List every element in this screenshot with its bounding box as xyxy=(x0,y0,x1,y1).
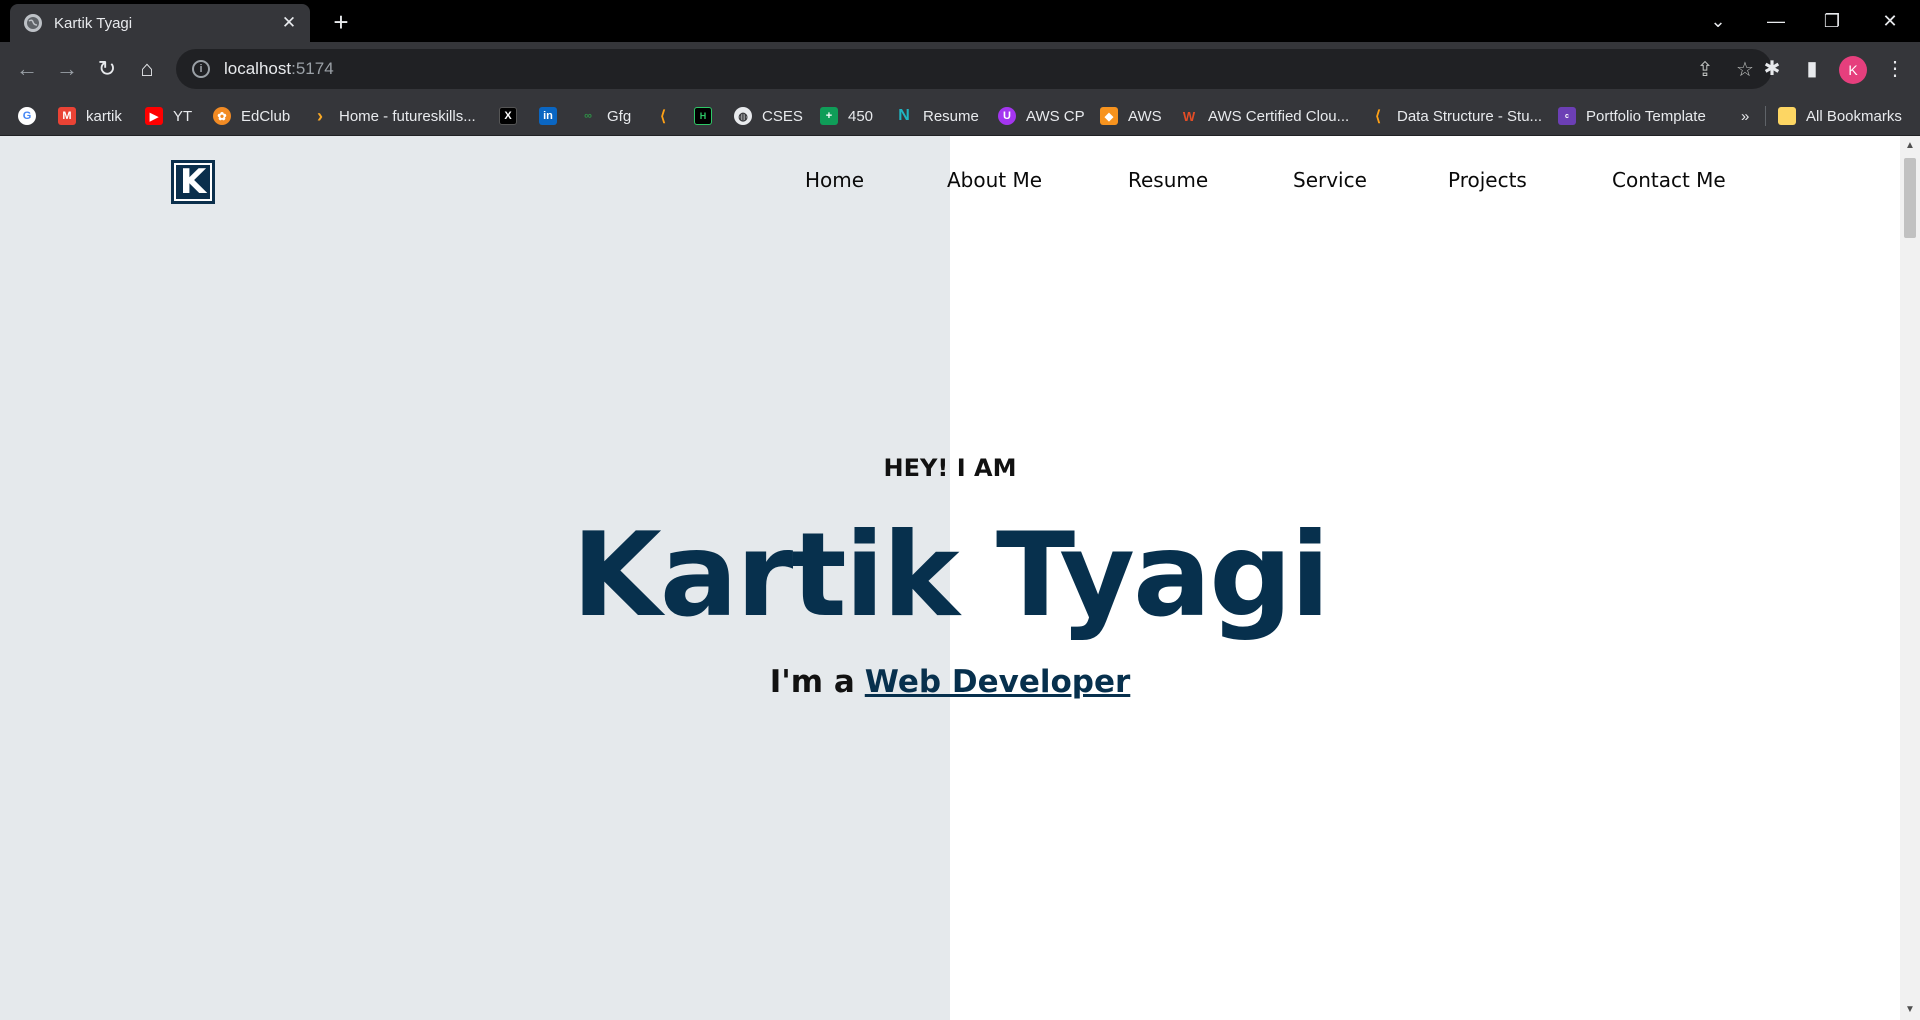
bookmark-resume[interactable]: N Resume xyxy=(895,106,979,126)
bookmarks-divider xyxy=(1765,106,1766,126)
close-window-button[interactable]: ✕ xyxy=(1870,6,1910,36)
bookmark-gfg[interactable]: ∞ Gfg xyxy=(579,106,631,126)
bookmark-edclub[interactable]: ✿ EdClub xyxy=(213,106,290,126)
bookmark-label: Gfg xyxy=(607,107,632,125)
restore-button[interactable]: ❐ xyxy=(1812,6,1852,36)
bookmarks-bar: G M kartik ▶ YT ✿ EdClub › Home - future… xyxy=(0,96,1920,136)
chevron-icon: › xyxy=(317,105,323,126)
colorlib-icon: c xyxy=(1558,107,1576,125)
bookmark-cses[interactable]: ◍ CSES xyxy=(734,106,803,126)
bookmark-portfolio-template[interactable]: c Portfolio Template xyxy=(1558,106,1706,126)
home-icon[interactable]: ⌂ xyxy=(132,54,162,84)
bookmark-label: Resume xyxy=(923,107,979,125)
globe-icon xyxy=(24,14,42,32)
folder-icon xyxy=(1778,107,1796,125)
bookmark-hackerrank[interactable]: H xyxy=(694,106,722,126)
page-viewport: K Home About Me Resume Service Projects … xyxy=(0,136,1900,1020)
leetcode-icon: ⟨ xyxy=(1375,108,1381,125)
bookmark-label: Portfolio Template xyxy=(1586,107,1706,125)
role-link[interactable]: Web Developer xyxy=(865,664,1131,700)
new-tab-button[interactable]: + xyxy=(326,8,356,38)
shield-icon: U xyxy=(998,107,1016,125)
nav-service[interactable]: Service xyxy=(1293,168,1367,192)
bookmark-label: AWS CP xyxy=(1026,107,1085,125)
bookmark-kartik[interactable]: M kartik xyxy=(58,106,122,126)
nav-about-me[interactable]: About Me xyxy=(947,168,1042,192)
bookmark-linkedin[interactable]: in xyxy=(539,106,567,126)
scrollbar-thumb[interactable] xyxy=(1904,158,1916,238)
globe-icon: ◍ xyxy=(734,107,752,125)
nav-resume[interactable]: Resume xyxy=(1128,168,1208,192)
scroll-down-arrow-icon[interactable]: ▼ xyxy=(1900,1002,1920,1018)
bookmark-label: AWS xyxy=(1128,107,1162,125)
bookmark-futureskills[interactable]: › Home - futureskills... xyxy=(311,106,476,126)
novoresume-icon: N xyxy=(898,107,910,124)
tab-search-icon[interactable]: ⌄ xyxy=(1698,6,1738,36)
google-icon: G xyxy=(18,107,36,125)
scroll-up-arrow-icon[interactable]: ▲ xyxy=(1900,138,1920,154)
more-bookmarks-button[interactable]: » xyxy=(1741,106,1749,126)
leetcode-icon: ⟨ xyxy=(660,108,666,125)
side-panel-icon[interactable]: ▮ xyxy=(1797,54,1827,84)
logo-letter: K xyxy=(174,163,212,201)
bookmark-label: kartik xyxy=(86,107,122,125)
sheets-icon: + xyxy=(820,107,838,125)
linkedin-icon: in xyxy=(539,107,557,125)
browser-toolbar: ← → ↻ ⌂ i localhost :5174 ⇪ ☆ ✱ ▮ K ⋮ xyxy=(0,42,1920,96)
edclub-icon: ✿ xyxy=(213,107,231,125)
bookmark-label: CSES xyxy=(762,107,803,125)
nav-projects[interactable]: Projects xyxy=(1448,168,1527,192)
hackerrank-icon: H xyxy=(694,107,712,125)
tab-title: Kartik Tyagi xyxy=(54,14,133,32)
forward-icon[interactable]: → xyxy=(52,54,82,84)
site-info-icon[interactable]: i xyxy=(192,60,210,78)
tagline-prefix: I'm a xyxy=(769,664,855,700)
all-bookmarks-button[interactable]: All Bookmarks xyxy=(1778,106,1902,126)
bookmark-google[interactable]: G xyxy=(18,106,46,126)
bookmark-aws-cp[interactable]: U AWS CP xyxy=(998,106,1085,126)
extensions-icon[interactable]: ✱ xyxy=(1757,54,1787,84)
nav-home[interactable]: Home xyxy=(805,168,864,192)
bookmark-label: YT xyxy=(173,107,193,125)
bookmark-450[interactable]: + 450 xyxy=(820,106,873,126)
bookmark-data-structure[interactable]: ⟨ Data Structure - Stu... xyxy=(1369,106,1542,126)
bookmark-label: AWS Certified Clou... xyxy=(1208,107,1350,125)
hero-greeting: HEY! I AM xyxy=(883,454,1017,482)
hero-name: Kartik Tyagi xyxy=(571,508,1330,643)
star-icon[interactable]: ☆ xyxy=(1732,57,1758,82)
url-port: :5174 xyxy=(291,59,334,78)
minimize-button[interactable]: — xyxy=(1756,6,1796,36)
address-bar[interactable]: i localhost :5174 ⇪ ☆ xyxy=(176,49,1772,89)
share-icon[interactable]: ⇪ xyxy=(1692,57,1718,82)
close-tab-icon[interactable]: ✕ xyxy=(278,13,300,33)
page-scrollbar[interactable]: ▲ ▼ xyxy=(1900,136,1920,1020)
bookmark-label: EdClub xyxy=(241,107,291,125)
youtube-icon: ▶ xyxy=(145,107,163,125)
bookmark-x[interactable]: X xyxy=(499,106,527,126)
aws-icon: ◆ xyxy=(1100,107,1118,125)
bookmark-aws-certified[interactable]: W AWS Certified Clou... xyxy=(1180,106,1349,126)
active-tab[interactable]: Kartik Tyagi ✕ xyxy=(10,4,310,42)
hero-tagline: I'm a Web Developer xyxy=(0,664,1900,700)
bookmark-leetcode[interactable]: ⟨ xyxy=(654,106,682,126)
all-bookmarks-label: All Bookmarks xyxy=(1806,107,1902,125)
gmail-icon: M xyxy=(58,107,76,125)
nav-contact-me[interactable]: Contact Me xyxy=(1612,168,1726,192)
gfg-icon: ∞ xyxy=(584,110,592,122)
profile-avatar[interactable]: K xyxy=(1839,56,1867,84)
bookmark-yt[interactable]: ▶ YT xyxy=(145,106,192,126)
reload-icon[interactable]: ↻ xyxy=(92,54,122,84)
udemy-icon: W xyxy=(1182,108,1196,124)
site-logo[interactable]: K xyxy=(171,160,215,204)
tab-strip: Kartik Tyagi ✕ + ⌄ — ❐ ✕ xyxy=(0,0,1920,42)
url-host: localhost xyxy=(224,59,292,78)
menu-icon[interactable]: ⋮ xyxy=(1880,54,1910,84)
bookmark-label: 450 xyxy=(848,107,874,125)
bookmark-label: Home - futureskills... xyxy=(339,107,476,125)
bookmark-label: Data Structure - Stu... xyxy=(1397,107,1543,125)
bookmark-aws[interactable]: ◆ AWS xyxy=(1100,106,1162,126)
back-icon[interactable]: ← xyxy=(12,54,42,84)
x-icon: X xyxy=(499,107,517,125)
